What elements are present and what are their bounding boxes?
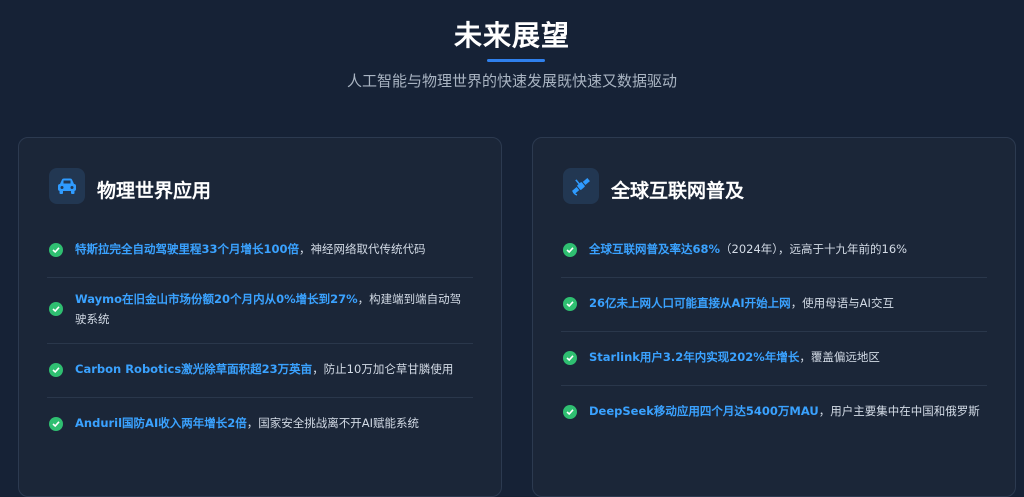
check-circle-icon	[49, 417, 63, 431]
satellite-icon	[563, 168, 599, 204]
item-highlight: Anduril国防AI收入两年增长2倍	[75, 416, 247, 430]
page-subtitle: 人工智能与物理世界的快速发展既快速又数据驱动	[346, 72, 677, 90]
check-circle-icon	[49, 243, 63, 257]
item-text: ，使用母语与AI交互	[790, 296, 894, 310]
check-circle-icon	[49, 302, 63, 316]
card-title: 全球互联网普及	[611, 180, 745, 202]
item-text: ，防止10万加仑草甘膦使用	[312, 362, 454, 376]
item-highlight: Starlink用户3.2年内实现202%年增长	[589, 350, 800, 364]
list-item: Waymo在旧金山市场份额20个月内从0%增长到27%，构建端到端自动驾驶系统	[47, 278, 473, 344]
item-text: ，国家安全挑战离不开AI赋能系统	[246, 416, 420, 430]
list-item: Anduril国防AI收入两年增长2倍，国家安全挑战离不开AI赋能系统	[47, 398, 473, 452]
item-text: ，覆盖偏远地区	[799, 350, 880, 364]
title-underline	[487, 59, 545, 62]
item-highlight: 特斯拉完全自动驾驶里程33个月增长100倍	[75, 242, 300, 256]
list-item: Carbon Robotics激光除草面积超23万英亩，防止10万加仑草甘膦使用	[47, 344, 473, 398]
check-circle-icon	[563, 351, 577, 365]
item-text: ，神经网络取代传统代码	[299, 242, 426, 256]
global-internet-card: 全球互联网普及 全球互联网普及率达68%（2024年），远高于十九年前的16% …	[532, 137, 1016, 497]
list-item: Starlink用户3.2年内实现202%年增长，覆盖偏远地区	[561, 332, 987, 386]
page-title: 未来展望	[453, 19, 570, 52]
item-highlight: Carbon Robotics激光除草面积超23万英亩	[75, 362, 313, 376]
item-highlight: 全球互联网普及率达68%	[589, 242, 721, 256]
list-item: 全球互联网普及率达68%（2024年），远高于十九年前的16%	[561, 224, 987, 278]
item-highlight: DeepSeek移动应用四个月达5400万MAU	[589, 404, 819, 418]
list-item: DeepSeek移动应用四个月达5400万MAU，用户主要集中在中国和俄罗斯	[561, 386, 987, 440]
check-circle-icon	[563, 405, 577, 419]
card-title: 物理世界应用	[97, 180, 212, 202]
check-circle-icon	[563, 297, 577, 311]
item-highlight: Waymo在旧金山市场份额20个月内从0%增长到27%	[75, 292, 358, 306]
item-text: ，用户主要集中在中国和俄罗斯	[818, 404, 980, 418]
item-text: （2024年），远高于十九年前的16%	[720, 242, 908, 256]
car-icon	[49, 168, 85, 204]
physical-world-card: 物理世界应用 特斯拉完全自动驾驶里程33个月增长100倍，神经网络取代传统代码 …	[18, 137, 502, 497]
check-circle-icon	[563, 243, 577, 257]
check-circle-icon	[49, 363, 63, 377]
list-item: 26亿未上网人口可能直接从AI开始上网，使用母语与AI交互	[561, 278, 987, 332]
list-item: 特斯拉完全自动驾驶里程33个月增长100倍，神经网络取代传统代码	[47, 224, 473, 278]
item-highlight: 26亿未上网人口可能直接从AI开始上网	[589, 296, 791, 310]
